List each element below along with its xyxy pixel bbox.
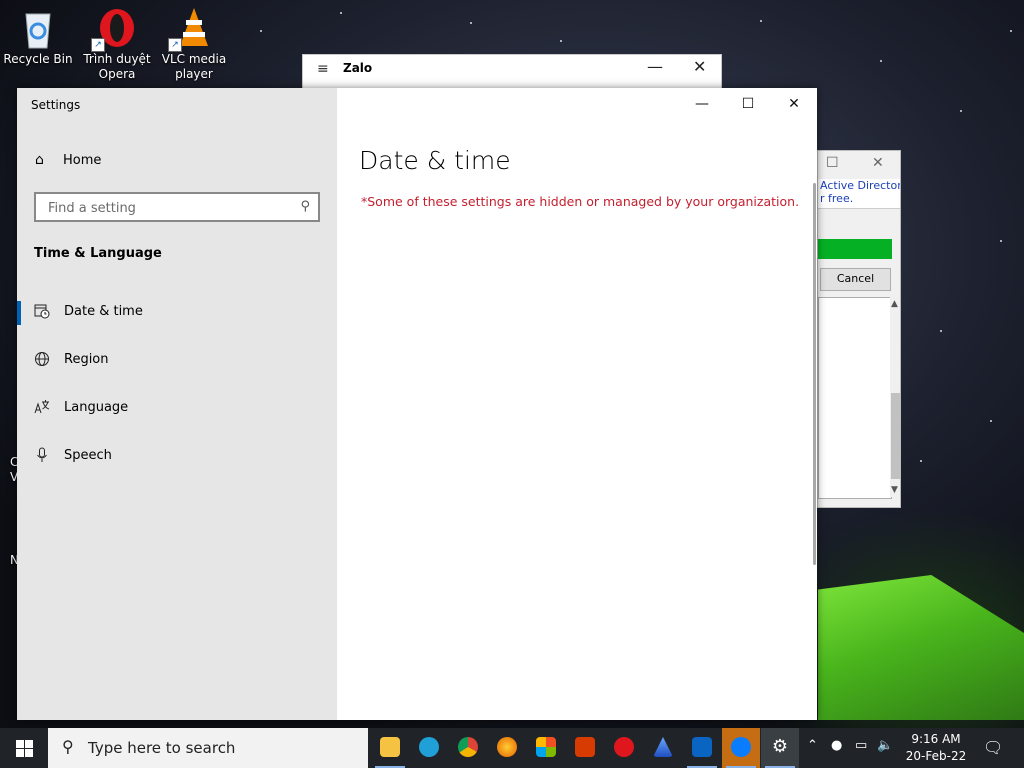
desktop-icon-label: Opera bbox=[98, 67, 136, 81]
background-dialog[interactable]: ☐ ✕ Active Directory. r free. Cancel ▲ ▼ bbox=[817, 150, 901, 508]
office-icon bbox=[575, 737, 595, 757]
taskbar-app-settings[interactable]: ⚙ bbox=[761, 728, 799, 768]
zalo-window[interactable]: ≡ Zalo — ✕ bbox=[302, 54, 722, 90]
nav-label: Language bbox=[64, 400, 129, 415]
settings-window[interactable]: Settings ⌂ Home ⚲ Time & Language Date & … bbox=[17, 88, 817, 720]
close-button[interactable]: ✕ bbox=[771, 92, 817, 116]
vlc-cone-icon: ↗ bbox=[168, 6, 214, 52]
settings-content: — ☐ ✕ Date & time *Some of these setting… bbox=[337, 88, 817, 720]
notifications-icon[interactable]: 🗨 bbox=[983, 738, 1003, 757]
language-icon bbox=[34, 399, 52, 417]
selected-indicator bbox=[17, 301, 21, 325]
calendar-clock-icon bbox=[34, 303, 52, 321]
opera-icon bbox=[614, 737, 634, 757]
minimize-button[interactable]: — bbox=[679, 92, 725, 116]
window-title: Settings bbox=[31, 98, 81, 112]
chevron-up-icon[interactable]: ⌃ bbox=[807, 738, 818, 753]
taskbar: ⚲ Type here to search ⚙ ⌃ ● ▭ 🔈 9:16 AM … bbox=[0, 728, 1024, 768]
firefox-icon bbox=[497, 737, 517, 757]
clock-time: 9:16 AM bbox=[911, 732, 961, 746]
cancel-button[interactable]: Cancel bbox=[820, 268, 891, 291]
log-list[interactable] bbox=[818, 297, 892, 499]
taskbar-app-edge[interactable] bbox=[410, 728, 448, 768]
store-icon bbox=[536, 737, 556, 757]
content-scrollbar[interactable] bbox=[813, 183, 816, 565]
taskbar-search-box[interactable]: ⚲ Type here to search bbox=[48, 728, 368, 768]
info-line: r free. bbox=[820, 192, 854, 205]
shortcut-arrow-icon: ↗ bbox=[168, 38, 182, 52]
opera-icon: ↗ bbox=[91, 6, 137, 52]
settings-sidebar: Settings ⌂ Home ⚲ Time & Language Date & … bbox=[17, 88, 337, 720]
nav-item-speech[interactable]: Speech bbox=[17, 437, 337, 477]
mail-icon bbox=[692, 737, 712, 757]
taskbar-app-mail[interactable] bbox=[683, 728, 721, 768]
taskbar-app-store[interactable] bbox=[527, 728, 565, 768]
zalo-icon bbox=[731, 737, 751, 757]
edge-icon bbox=[419, 737, 439, 757]
minimize-button[interactable]: — bbox=[647, 57, 663, 76]
info-line: Active Directory. bbox=[820, 179, 900, 192]
scroll-up-icon[interactable]: ▲ bbox=[891, 299, 898, 309]
desktop-icon-vlc[interactable]: ↗ VLC media player bbox=[156, 6, 232, 82]
taskbar-app-chrome[interactable] bbox=[449, 728, 487, 768]
progress-bar bbox=[818, 239, 892, 259]
scroll-down-icon[interactable]: ▼ bbox=[891, 485, 898, 495]
dialog-info-text: Active Directory. r free. bbox=[818, 179, 900, 209]
taskbar-app-office[interactable] bbox=[566, 728, 604, 768]
desktop-icon-label: Recycle Bin bbox=[3, 52, 73, 66]
taskbar-app-firefox[interactable] bbox=[488, 728, 526, 768]
search-icon[interactable]: ⚲ bbox=[300, 199, 310, 214]
scrollbar[interactable]: ▲ ▼ bbox=[890, 297, 900, 497]
managed-notice: *Some of these settings are hidden or ma… bbox=[361, 194, 800, 209]
close-button[interactable]: ✕ bbox=[872, 155, 884, 171]
file-explorer-icon bbox=[380, 737, 400, 757]
clock-date: 20-Feb-22 bbox=[905, 749, 967, 763]
taskbar-app-zalo[interactable] bbox=[722, 728, 760, 768]
hamburger-menu-icon[interactable]: ≡ bbox=[317, 61, 329, 77]
desktop-icon-opera[interactable]: ↗ Trình duyệt Opera bbox=[79, 6, 155, 82]
home-icon: ⌂ bbox=[35, 152, 44, 168]
nav-item-region[interactable]: Region bbox=[17, 341, 337, 381]
taskbar-app-file-explorer[interactable] bbox=[371, 728, 409, 768]
app-icon bbox=[653, 737, 673, 757]
zalo-window-title: Zalo bbox=[343, 61, 373, 75]
page-title: Date & time bbox=[359, 146, 511, 175]
start-button[interactable] bbox=[0, 728, 48, 768]
taskbar-app-opera[interactable] bbox=[605, 728, 643, 768]
desktop-icon-recycle-bin[interactable]: Recycle Bin bbox=[0, 6, 76, 67]
find-setting-search[interactable]: ⚲ bbox=[34, 192, 320, 222]
nav-item-language[interactable]: Language bbox=[17, 389, 337, 429]
maximize-button[interactable]: ☐ bbox=[725, 92, 771, 116]
chrome-icon bbox=[458, 737, 478, 757]
zalo-tray-icon[interactable]: ● bbox=[831, 738, 842, 753]
search-icon: ⚲ bbox=[62, 737, 74, 756]
maximize-button[interactable]: ☐ bbox=[826, 155, 839, 171]
taskbar-clock[interactable]: 9:16 AM 20-Feb-22 bbox=[898, 731, 974, 765]
globe-icon bbox=[34, 351, 52, 369]
desktop-icon-label: Trình duyệt bbox=[83, 52, 151, 66]
section-title: Time & Language bbox=[34, 246, 162, 261]
home-link[interactable]: ⌂ Home bbox=[35, 152, 101, 168]
tent-wallpaper bbox=[818, 575, 1024, 720]
microphone-icon bbox=[34, 447, 52, 465]
nav-label: Region bbox=[64, 352, 109, 367]
taskbar-app-generic[interactable] bbox=[644, 728, 682, 768]
scroll-thumb[interactable] bbox=[891, 393, 900, 479]
home-label: Home bbox=[63, 153, 102, 168]
close-button[interactable]: ✕ bbox=[693, 57, 706, 76]
search-placeholder: Type here to search bbox=[88, 739, 236, 757]
network-icon[interactable]: ▭ bbox=[855, 738, 867, 753]
shortcut-arrow-icon: ↗ bbox=[91, 38, 105, 52]
nav-item-date-time[interactable]: Date & time bbox=[17, 293, 337, 333]
recycle-bin-icon bbox=[18, 6, 58, 50]
desktop-icon-label: player bbox=[175, 67, 213, 81]
volume-icon[interactable]: 🔈 bbox=[877, 738, 893, 753]
nav-label: Date & time bbox=[64, 304, 143, 319]
nav-label: Speech bbox=[64, 448, 112, 463]
settings-icon: ⚙ bbox=[771, 736, 789, 757]
desktop-icon-label: VLC media bbox=[161, 52, 227, 66]
search-input[interactable] bbox=[46, 198, 290, 218]
